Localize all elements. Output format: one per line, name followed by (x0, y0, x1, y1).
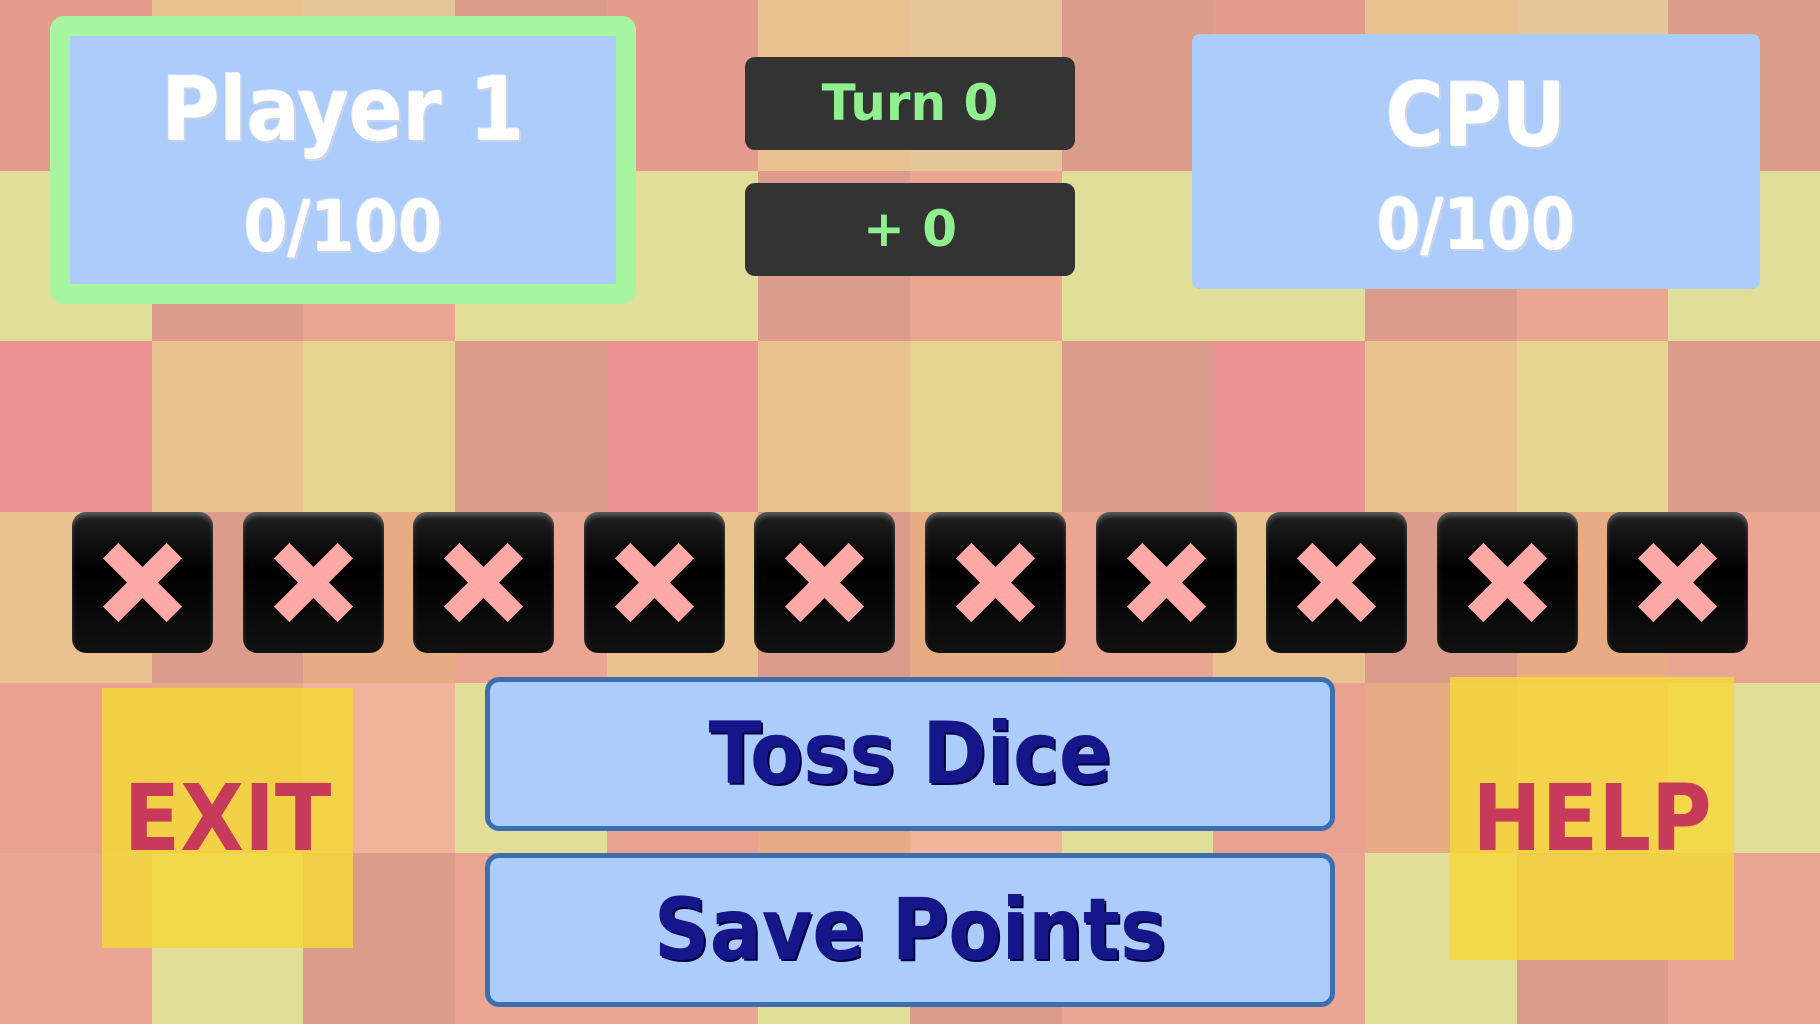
background-tile (1061, 0, 1214, 171)
background-tile (1365, 341, 1517, 512)
die-6[interactable] (925, 512, 1066, 653)
background-tile (1516, 341, 1669, 512)
save-points-button[interactable]: Save Points (485, 853, 1335, 1007)
background-tile (0, 341, 152, 512)
die-3[interactable] (413, 512, 555, 653)
background-tile (151, 341, 304, 512)
help-button[interactable]: HELP (1450, 677, 1734, 960)
background-tile (1668, 341, 1820, 512)
die-10[interactable] (1607, 512, 1749, 653)
die-9[interactable] (1436, 512, 1578, 653)
x-mark-icon (955, 542, 1036, 623)
background-tile (1061, 341, 1214, 512)
background-tile (455, 341, 607, 512)
background-tile (303, 341, 455, 512)
x-mark-icon (273, 542, 353, 623)
background-tile (758, 341, 910, 512)
toss-dice-button[interactable]: Toss Dice (485, 677, 1335, 831)
round-points: + 0 (745, 183, 1075, 276)
turn-counter: Turn 0 (745, 57, 1075, 150)
die-4[interactable] (583, 512, 725, 653)
die-7[interactable] (1095, 512, 1237, 653)
x-mark-icon (102, 542, 183, 623)
x-mark-icon (1297, 542, 1377, 623)
background-tile (1061, 170, 1214, 342)
die-5[interactable] (754, 512, 896, 653)
player-score: 0/100 (243, 186, 443, 268)
x-mark-icon (614, 542, 694, 623)
background-tile (910, 341, 1062, 512)
x-mark-icon (1638, 542, 1718, 623)
player-score-panel: Player 1 0/100 (50, 16, 636, 304)
cpu-score: 0/100 (1376, 184, 1576, 266)
cpu-score-panel: CPU 0/100 (1192, 34, 1760, 289)
x-mark-icon (1126, 542, 1206, 623)
die-2[interactable] (242, 512, 384, 653)
die-1[interactable] (72, 512, 213, 653)
die-8[interactable] (1266, 512, 1408, 653)
x-mark-icon (444, 542, 524, 623)
background-tile (606, 341, 759, 512)
exit-button[interactable]: EXIT (102, 688, 353, 948)
x-mark-icon (1467, 542, 1547, 623)
cpu-name: CPU (1385, 64, 1567, 167)
player-name: Player 1 (161, 58, 525, 161)
background-tile (1213, 341, 1365, 512)
x-mark-icon (785, 542, 865, 623)
